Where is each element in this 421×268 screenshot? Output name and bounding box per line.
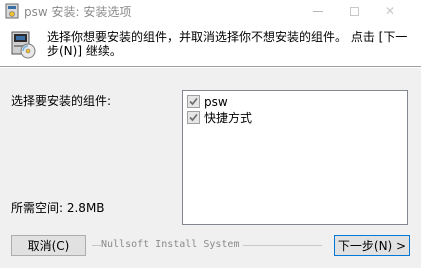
maximize-icon: [349, 6, 359, 16]
checkmark-icon: [189, 97, 198, 106]
component-tree[interactable]: psw 快捷方式: [182, 90, 408, 225]
title-bar: psw 安装: 安装选项 ✕: [0, 0, 421, 22]
checkbox-shortcut[interactable]: [187, 111, 200, 124]
next-button[interactable]: 下一步(N) >: [334, 235, 410, 256]
component-item-shortcut[interactable]: 快捷方式: [187, 110, 252, 125]
minimize-button[interactable]: [300, 0, 336, 22]
window-title: psw 安装: 安装选项: [24, 5, 132, 19]
header-divider-highlight: [0, 67, 421, 68]
component-item-psw[interactable]: psw: [187, 94, 228, 109]
installer-window: psw 安装: 安装选项 ✕ 选择你想要安装的组件，并取消选择你不想安装的组件。…: [0, 0, 421, 268]
required-space-label: 所需空间: 2.8MB: [11, 201, 105, 215]
checkmark-icon: [189, 113, 198, 122]
component-label-psw: psw: [204, 94, 228, 109]
component-label-shortcut: 快捷方式: [204, 111, 253, 125]
select-components-label: 选择要安装的组件:: [11, 94, 112, 108]
minimize-icon: [313, 10, 323, 12]
header-panel: 选择你想要安装的组件，并取消选择你不想安装的组件。 点击 [下一步(N)] 继续…: [0, 22, 421, 66]
close-button[interactable]: ✕: [372, 0, 408, 22]
close-icon: ✕: [384, 4, 396, 18]
cancel-button[interactable]: 取消(C): [11, 235, 86, 256]
brand-label: Nullsoft Install System: [101, 239, 244, 250]
installer-icon: [5, 3, 19, 19]
checkbox-psw[interactable]: [187, 95, 200, 108]
maximize-button[interactable]: [336, 0, 372, 22]
installer-package-icon: [9, 30, 39, 60]
header-instruction: 选择你想要安装的组件，并取消选择你不想安装的组件。 点击 [下一步(N)] 继续…: [47, 30, 408, 58]
